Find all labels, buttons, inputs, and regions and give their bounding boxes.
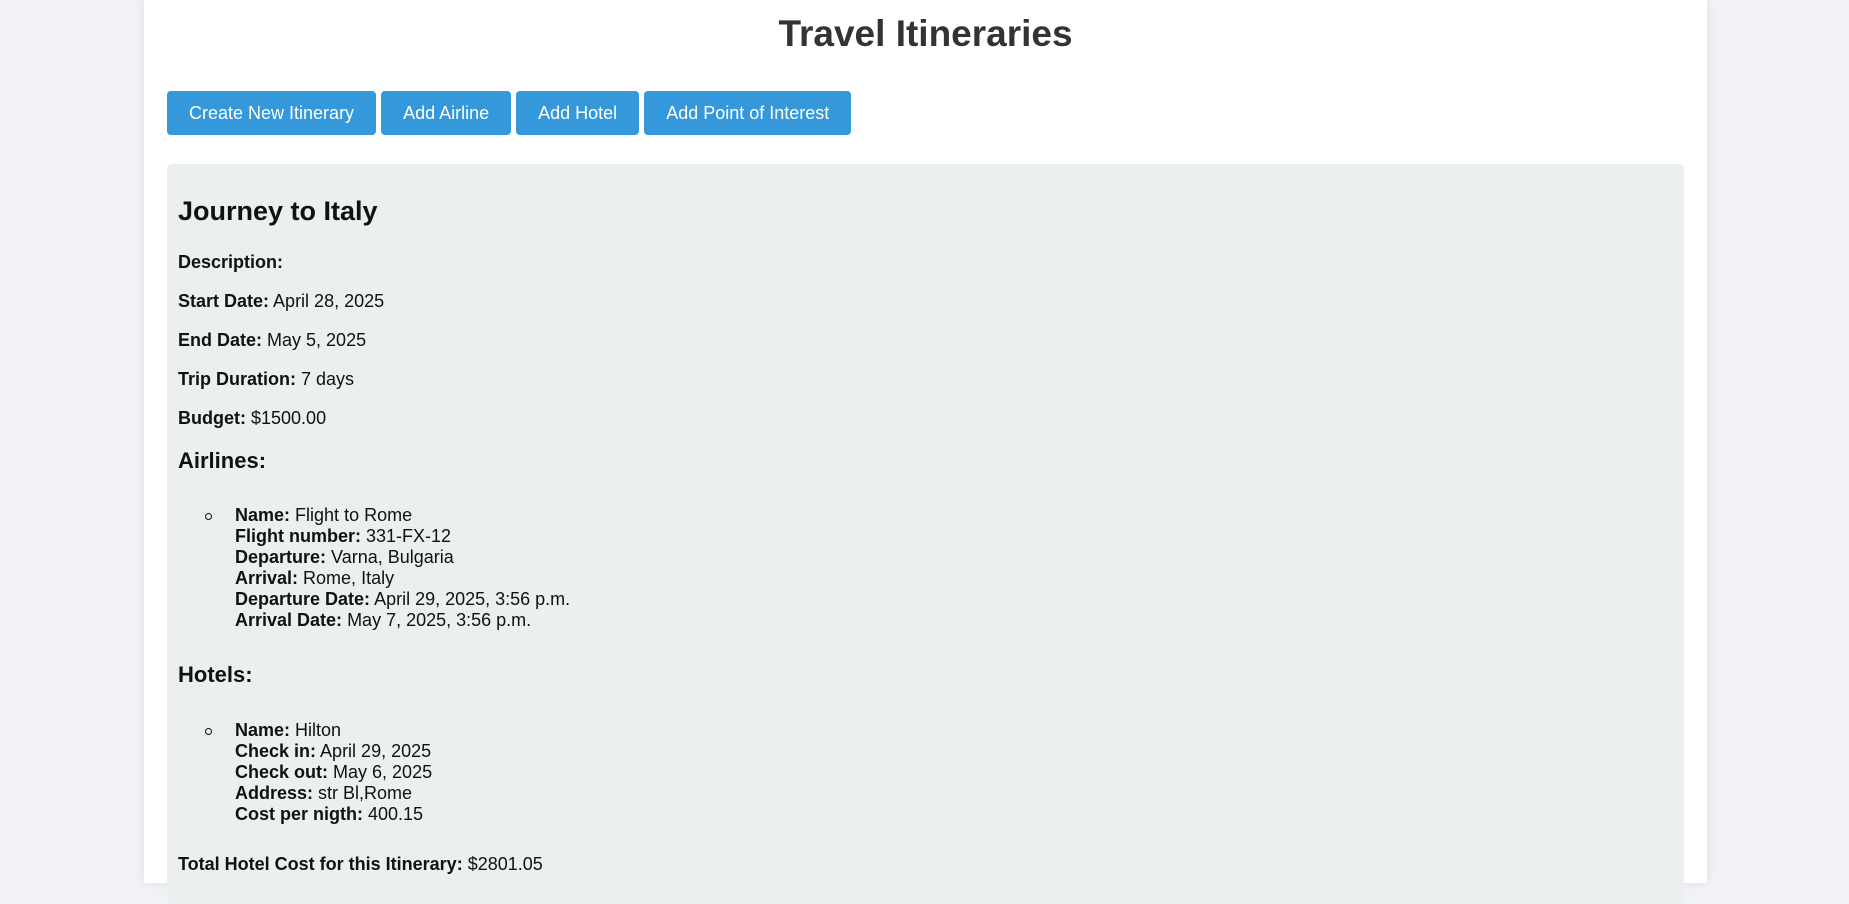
add-hotel-button[interactable]: Add Hotel — [516, 91, 640, 135]
hotel-list-item: Name: Hilton Check in: April 29, 2025 Ch… — [235, 720, 432, 825]
check-out-label: Check out: — [235, 762, 329, 782]
airline-list-item: Name: Flight to Rome Flight number: 331-… — [235, 505, 570, 631]
total-hotel-cost-value: $2801.05 — [467, 854, 543, 874]
trip-duration-field: Trip Duration: 7 days — [178, 368, 354, 390]
budget-label: Budget: — [178, 408, 246, 428]
hotel-name-row: Name: Hilton — [235, 720, 432, 741]
itinerary-title[interactable]: Journey to Italy — [178, 195, 378, 227]
hotels-heading: Hotels: — [178, 662, 253, 687]
arrival-date-value: May 7, 2025, 3:56 p.m. — [347, 610, 532, 630]
itinerary-card: Journey to Italy Description: Start Date… — [167, 164, 1684, 904]
total-hotel-cost-label: Total Hotel Cost for this Itinerary: — [178, 854, 463, 874]
cost-per-night-value: 400.15 — [368, 804, 424, 824]
arrival-date-label: Arrival Date: — [235, 610, 343, 630]
arrival-value: Rome, Italy — [303, 568, 395, 588]
address-label: Address: — [235, 783, 314, 803]
budget-field: Budget: $1500.00 — [178, 407, 326, 429]
cost-per-night-label: Cost per nigth: — [235, 804, 363, 824]
airline-name-row: Name: Flight to Rome — [235, 505, 570, 526]
address-value: str Bl,Rome — [318, 783, 413, 803]
check-out-value: May 6, 2025 — [333, 762, 433, 782]
airline-name-value: Flight to Rome — [295, 505, 413, 525]
hotel-check-out-row: Check out: May 6, 2025 — [235, 762, 432, 783]
flight-number-value: 331-FX-12 — [366, 526, 452, 546]
flight-number-label: Flight number: — [235, 526, 361, 546]
airlines-heading: Airlines: — [178, 448, 267, 473]
add-airline-button[interactable]: Add Airline — [381, 91, 512, 135]
departure-date-label: Departure Date: — [235, 589, 371, 609]
check-in-value: April 29, 2025 — [320, 741, 432, 761]
arrival-label: Arrival: — [235, 568, 299, 588]
end-date-value: May 5, 2025 — [267, 330, 367, 350]
total-hotel-cost-field: Total Hotel Cost for this Itinerary: $28… — [178, 853, 543, 875]
airline-arrival-row: Arrival: Rome, Italy — [235, 568, 570, 589]
hotel-address-row: Address: str Bl,Rome — [235, 783, 432, 804]
airline-departure-date-row: Departure Date: April 29, 2025, 3:56 p.m… — [235, 589, 570, 610]
add-point-of-interest-button[interactable]: Add Point of Interest — [644, 91, 852, 135]
airline-departure-row: Departure: Varna, Bulgaria — [235, 547, 570, 568]
departure-date-value: April 29, 2025, 3:56 p.m. — [374, 589, 571, 609]
airline-flight-number-row: Flight number: 331-FX-12 — [235, 526, 570, 547]
hotel-name-label: Name: — [235, 720, 291, 740]
airline-name-label: Name: — [235, 505, 291, 525]
check-in-label: Check in: — [235, 741, 317, 761]
page-title: Travel Itineraries — [778, 13, 1073, 54]
start-date-field: Start Date: April 28, 2025 — [178, 290, 384, 312]
description-label: Description: — [178, 252, 284, 272]
end-date-field: End Date: May 5, 2025 — [178, 329, 366, 351]
hotel-cost-row: Cost per nigth: 400.15 — [235, 804, 432, 825]
departure-label: Departure: — [235, 547, 327, 567]
airline-arrival-date-row: Arrival Date: May 7, 2025, 3:56 p.m. — [235, 610, 570, 631]
airline-bullet-icon — [205, 513, 212, 520]
create-itinerary-button[interactable]: Create New Itinerary — [167, 91, 377, 135]
end-date-label: End Date: — [178, 330, 263, 350]
start-date-label: Start Date: — [178, 291, 270, 311]
action-toolbar: Create New Itinerary Add Airline Add Hot… — [167, 91, 852, 135]
hotel-check-in-row: Check in: April 29, 2025 — [235, 741, 432, 762]
main-container: Travel Itineraries Create New Itinerary … — [144, 0, 1707, 904]
hotel-bullet-icon — [205, 728, 212, 735]
trip-duration-value: 7 days — [301, 369, 355, 389]
departure-value: Varna, Bulgaria — [331, 547, 454, 567]
hotel-name-value: Hilton — [295, 720, 342, 740]
budget-value: $1500.00 — [251, 408, 327, 428]
start-date-value: April 28, 2025 — [273, 291, 385, 311]
trip-duration-label: Trip Duration: — [178, 369, 296, 389]
description-field: Description: — [178, 251, 283, 273]
